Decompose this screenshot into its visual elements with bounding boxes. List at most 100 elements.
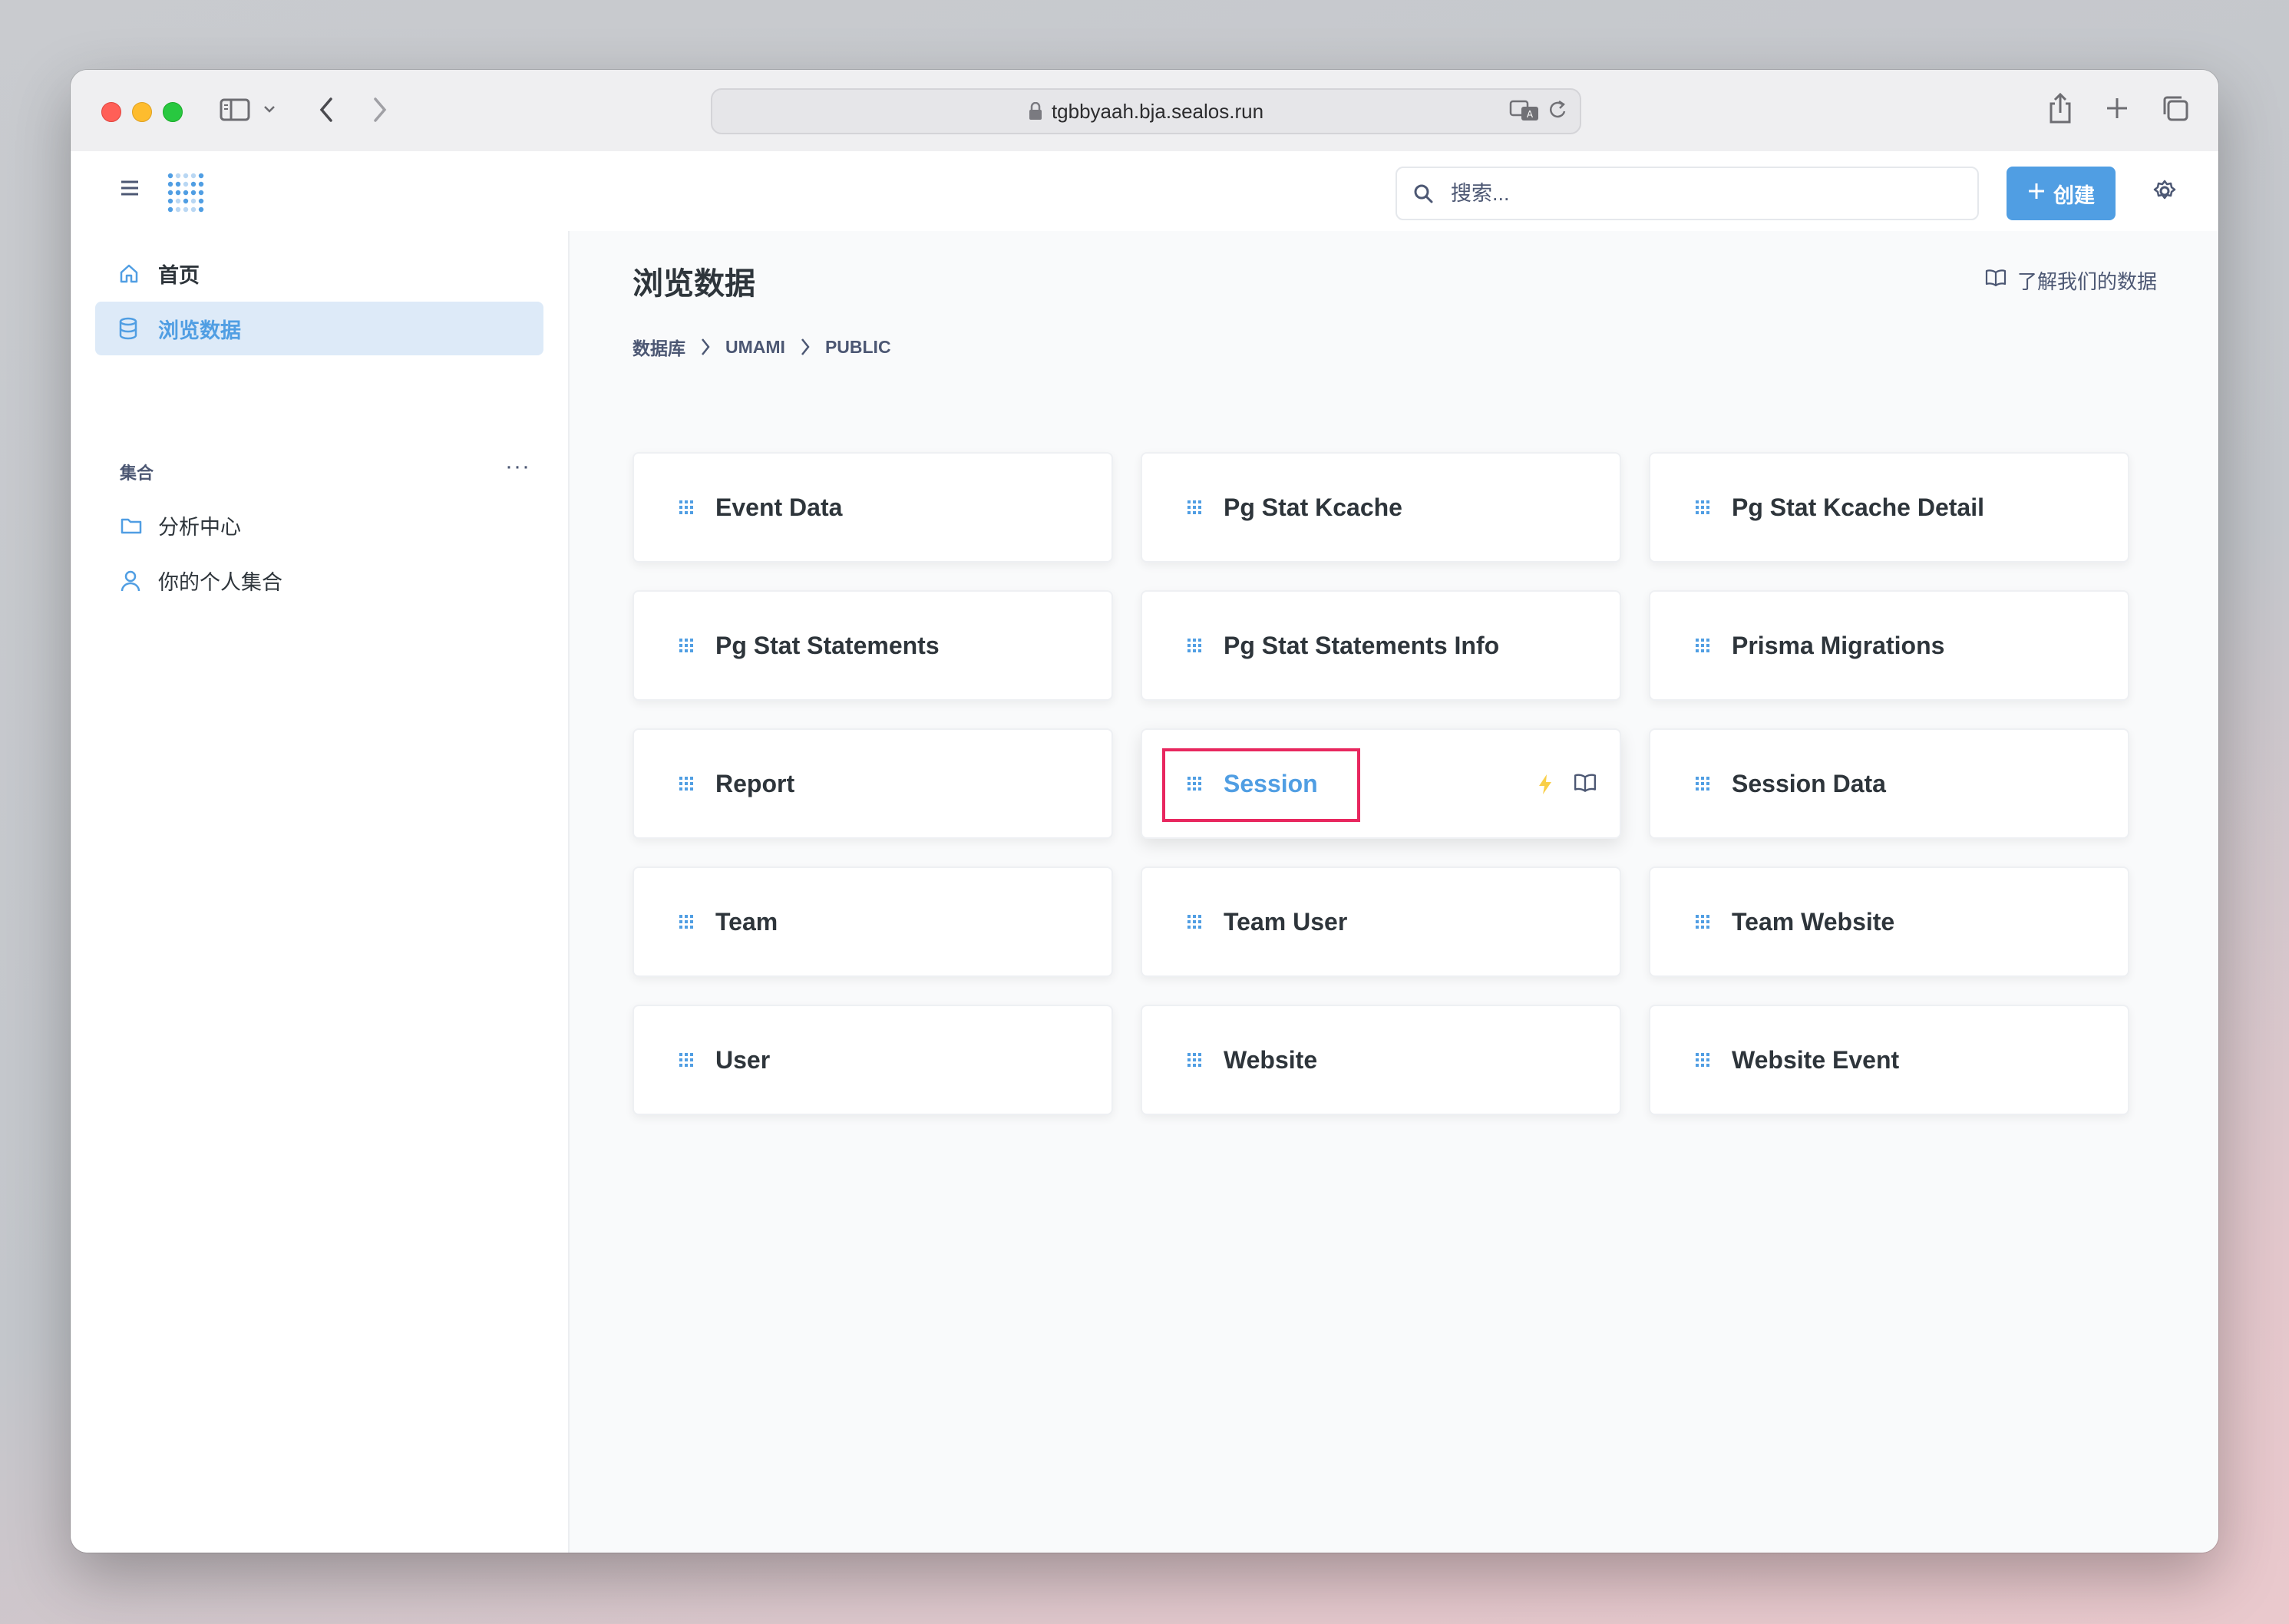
- sidebar-item-label: 浏览数据: [158, 319, 241, 342]
- close-window-button[interactable]: [101, 102, 121, 122]
- new-tab-icon[interactable]: [2105, 96, 2129, 120]
- card-actions: [1537, 773, 1597, 800]
- url-text: tgbbyaah.bja.sealos.run: [1051, 99, 1264, 123]
- browser-titlebar: tgbbyaah.bja.sealos.run A: [71, 70, 2218, 153]
- highlight-box: [1162, 748, 1360, 822]
- breadcrumb-databases[interactable]: 数据库: [633, 334, 685, 360]
- minimize-window-button[interactable]: [132, 102, 152, 122]
- learn-link-label: 了解我们的数据: [2016, 270, 2157, 293]
- back-icon[interactable]: [318, 96, 335, 124]
- grid-icon: [1695, 1052, 1710, 1068]
- lock-icon: [1029, 102, 1042, 120]
- database-icon: [118, 317, 146, 340]
- table-card-title: Website: [1224, 1045, 1318, 1074]
- more-options-icon[interactable]: ···: [505, 454, 530, 480]
- plus-icon: [2027, 182, 2046, 206]
- table-card[interactable]: Team User: [1141, 866, 1621, 977]
- collection-item-label: 你的个人集合: [158, 571, 282, 594]
- grid-icon: [1187, 500, 1202, 515]
- table-card[interactable]: Event Data: [633, 452, 1113, 563]
- search-icon: [1412, 183, 1434, 204]
- metabase-logo-icon[interactable]: [166, 171, 206, 218]
- learn-about-data-link[interactable]: 了解我们的数据: [1985, 266, 2157, 295]
- table-card-title: Pg Stat Kcache Detail: [1732, 493, 1984, 521]
- search-input[interactable]: [1449, 180, 1913, 206]
- table-card[interactable]: Pg Stat Statements: [633, 590, 1113, 701]
- table-card-title: Session Data: [1732, 769, 1886, 797]
- home-icon: [118, 262, 146, 284]
- table-card[interactable]: User: [633, 1005, 1113, 1115]
- table-card[interactable]: Pg Stat Kcache: [1141, 452, 1621, 563]
- collection-item-label: 分析中心: [158, 516, 241, 539]
- create-label: 创建: [2053, 183, 2095, 207]
- table-card-title: Website Event: [1732, 1045, 1900, 1074]
- grid-icon: [1187, 638, 1202, 653]
- table-card[interactable]: Report: [633, 728, 1113, 839]
- app-header: 创建: [71, 151, 2218, 233]
- sidebar-item-browse-data[interactable]: 浏览数据: [95, 302, 543, 355]
- forward-icon[interactable]: [372, 96, 388, 124]
- tab-overview-icon[interactable]: [2162, 94, 2189, 122]
- table-card[interactable]: Website Event: [1649, 1005, 2129, 1115]
- menu-icon[interactable]: [120, 179, 140, 201]
- table-card[interactable]: Session Data: [1649, 728, 2129, 839]
- chevron-down-icon[interactable]: [263, 104, 276, 114]
- bolt-icon[interactable]: [1537, 773, 1554, 800]
- table-card-title: Pg Stat Statements: [715, 631, 940, 659]
- share-icon[interactable]: [2048, 91, 2073, 125]
- table-card[interactable]: Team Website: [1649, 866, 2129, 977]
- sidebar-toggle-icon[interactable]: [220, 97, 250, 122]
- create-button[interactable]: 创建: [2007, 167, 2116, 220]
- table-card[interactable]: Pg Stat Kcache Detail: [1649, 452, 2129, 563]
- grid-icon: [1695, 914, 1710, 929]
- grid-icon: [679, 776, 694, 791]
- grid-icon: [1695, 500, 1710, 515]
- zoom-window-button[interactable]: [163, 102, 183, 122]
- translate-icon[interactable]: A: [1509, 99, 1540, 127]
- table-card-title: Team Website: [1732, 907, 1895, 936]
- grid-icon: [1695, 638, 1710, 653]
- main-content: 浏览数据 了解我们的数据 数据库 UMAMI PUBLIC Event Data: [570, 231, 2218, 1553]
- table-card-title: Team User: [1224, 907, 1348, 936]
- person-icon: [120, 569, 146, 592]
- grid-icon: [679, 500, 694, 515]
- browser-window: tgbbyaah.bja.sealos.run A 搜索... 创建 首页 浏览…: [71, 70, 2218, 1553]
- book-icon: [1985, 269, 2007, 292]
- table-card[interactable]: Team: [633, 866, 1113, 977]
- grid-icon: [679, 914, 694, 929]
- search-bar[interactable]: [1396, 167, 1979, 220]
- table-card-title: Pg Stat Statements Info: [1224, 631, 1500, 659]
- chevron-right-icon: [799, 336, 811, 358]
- table-card-title: User: [715, 1045, 771, 1074]
- collection-item-analytics[interactable]: 分析中心: [120, 510, 241, 540]
- breadcrumb-schema: PUBLIC: [824, 336, 891, 357]
- table-card-title: Pg Stat Kcache: [1224, 493, 1402, 521]
- breadcrumb: 数据库 UMAMI PUBLIC: [633, 334, 891, 360]
- sidebar-item-home[interactable]: 首页: [95, 246, 543, 300]
- folder-icon: [120, 516, 146, 536]
- table-card[interactable]: Prisma Migrations: [1649, 590, 2129, 701]
- page-title: 浏览数据: [633, 267, 755, 301]
- grid-icon: [1187, 914, 1202, 929]
- collections-heading: 集合: [120, 464, 154, 483]
- grid-icon: [679, 638, 694, 653]
- chevron-right-icon: [699, 336, 712, 358]
- table-card-title: Report: [715, 769, 795, 797]
- gear-icon[interactable]: [2152, 179, 2177, 207]
- collection-item-personal[interactable]: 你的个人集合: [120, 566, 282, 596]
- grid-icon: [1187, 1052, 1202, 1068]
- table-card-session[interactable]: Session: [1141, 728, 1621, 839]
- table-card-title: Team: [715, 907, 778, 936]
- svg-text:A: A: [1527, 109, 1534, 120]
- table-card-title: Prisma Migrations: [1732, 631, 1945, 659]
- breadcrumb-database[interactable]: UMAMI: [725, 337, 785, 358]
- table-card[interactable]: Pg Stat Statements Info: [1141, 590, 1621, 701]
- reload-icon[interactable]: [1547, 99, 1569, 127]
- sidebar: 首页 浏览数据 集合 ··· 分析中心 你的个人集合: [71, 231, 570, 1553]
- table-card-title: Event Data: [715, 493, 843, 521]
- table-card[interactable]: Website: [1141, 1005, 1621, 1115]
- address-bar[interactable]: tgbbyaah.bja.sealos.run A: [711, 88, 1581, 134]
- book-icon[interactable]: [1574, 773, 1597, 800]
- grid-icon: [679, 1052, 694, 1068]
- sidebar-item-label: 首页: [158, 263, 200, 287]
